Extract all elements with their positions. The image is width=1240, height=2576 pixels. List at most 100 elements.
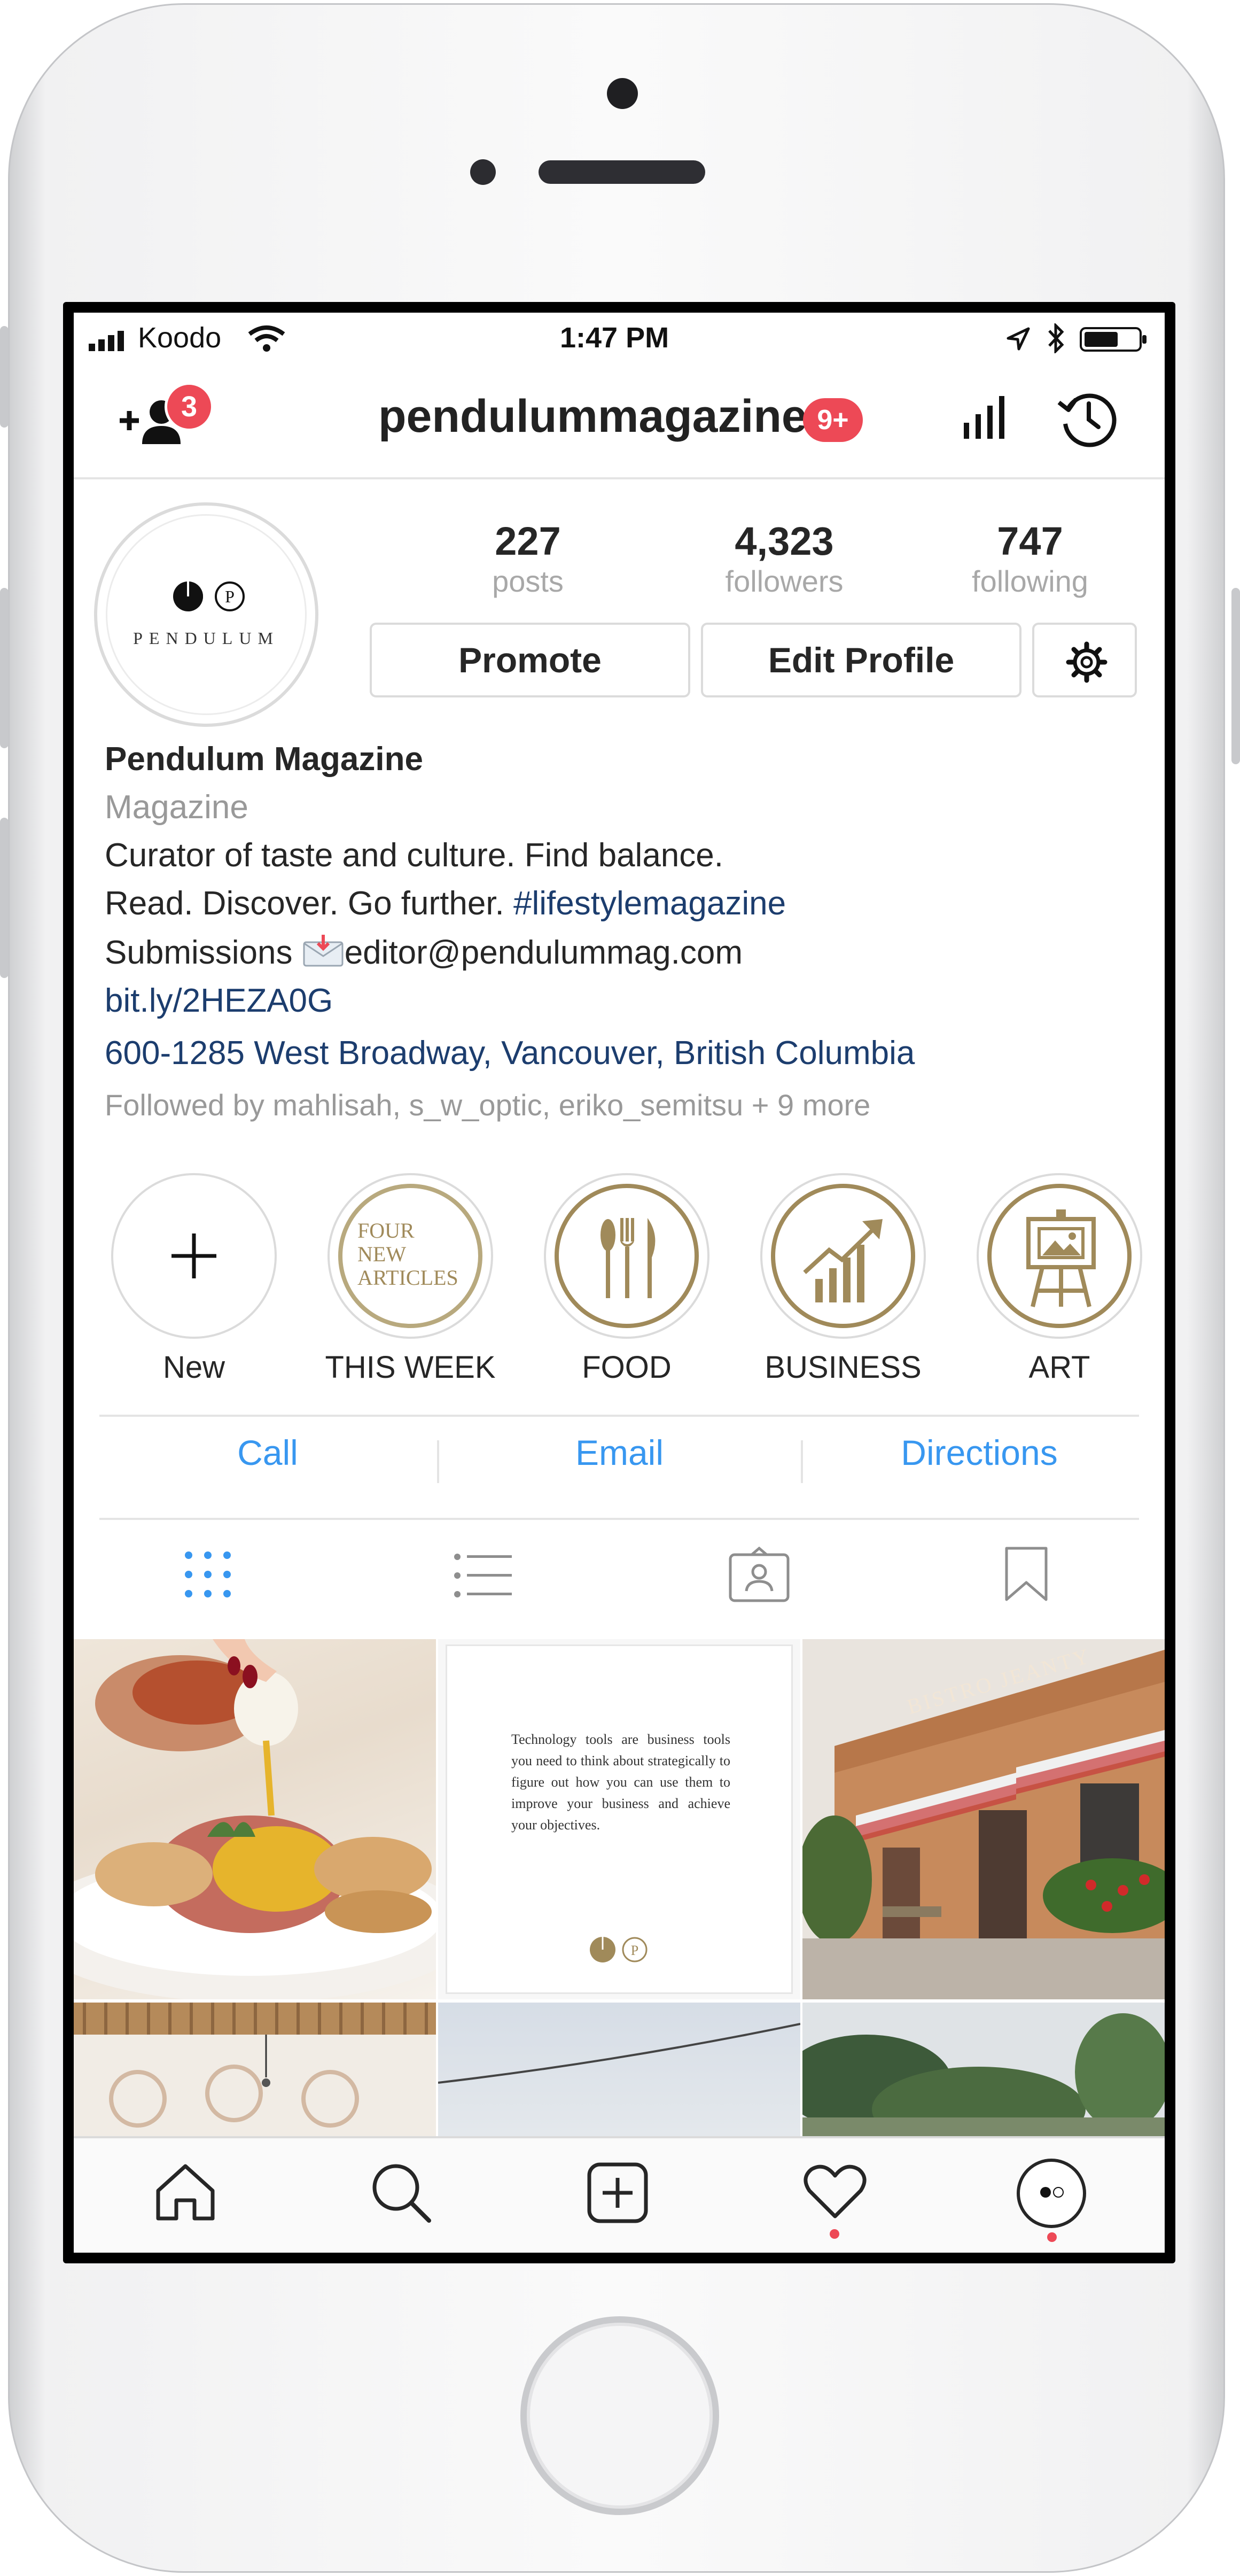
settings-button[interactable] [1032,623,1137,697]
grid-post-4[interactable] [74,2003,436,2136]
grid-post-6[interactable] [802,2003,1165,2136]
search-icon[interactable] [370,2162,432,2224]
bottom-tab-bar [74,2136,1165,2253]
status-time: 1:47 PM [560,322,669,354]
stat-following[interactable]: 747 following [918,518,1142,599]
volume-up-button [0,588,9,748]
home-icon[interactable] [154,2163,217,2223]
profile-name: Pendulum Magazine [105,741,423,778]
growth-chart-icon [803,1219,883,1302]
highlight-label: THIS WEEK [325,1350,496,1385]
edit-profile-button[interactable]: Edit Profile [701,623,1021,697]
follow-requests-badge: 3 [165,382,214,431]
saved-bookmark-icon[interactable] [1003,1546,1049,1603]
highlight-label: FOOD [582,1350,672,1385]
power-button [1231,588,1240,764]
cover-frame [555,1184,699,1328]
followed-by-text[interactable]: Followed by mahlisah, s_w_optic, eriko_s… [105,1088,870,1122]
contact-bottom-divider [99,1518,1139,1520]
highlight-new[interactable]: New [111,1173,277,1398]
sky-photo [438,2023,800,2084]
bio-line-2: Read. Discover. Go further. #lifestylema… [105,884,786,922]
grid-post-1[interactable] [74,1639,436,1999]
location-arrow-icon [1007,327,1030,351]
interior-photo [74,2003,436,2128]
submissions-text: Submissions [105,934,302,971]
profile-category: Magazine [105,789,248,826]
website-link[interactable]: bit.ly/2HEZA0G [105,982,333,1020]
svg-text:P: P [225,587,235,606]
list-view-icon[interactable] [453,1553,512,1599]
contact-top-divider [99,1415,1139,1417]
tagged-icon[interactable] [728,1546,790,1603]
cover-text: FOUR NEW ARTICLES [357,1219,458,1290]
highlight-food[interactable]: FOOD [544,1173,709,1398]
signal-icon [89,331,124,351]
profile-tab-avatar[interactable] [1017,2159,1086,2228]
grid-post-2[interactable]: Technology tools are business tools you … [438,1639,800,1999]
business-cover [760,1173,926,1339]
pendulum-mini-logo-icon: P [590,1937,648,1962]
email-button[interactable]: Email [439,1432,800,1473]
svg-text:P: P [631,1943,638,1958]
activity-heart-icon[interactable] [803,2164,867,2220]
quote-card: Technology tools are business tools you … [446,1644,793,1994]
followers-label: followers [725,564,844,598]
notification-badge: 9+ [803,398,863,442]
trees-photo [802,2013,1165,2136]
cover-frame [771,1184,915,1328]
grid-post-3[interactable]: BISTRO JEANTY [802,1639,1165,1999]
front-camera [607,78,638,109]
highlight-art[interactable]: ART [977,1173,1142,1398]
bio-line-1: Curator of taste and culture. Find balan… [105,837,723,874]
stat-posts[interactable]: 227 posts [442,518,613,599]
directions-button[interactable]: Directions [803,1432,1156,1473]
highlights-tray: New FOUR NEW ARTICLES THIS WEEK FOOD BUS… [74,1173,1165,1403]
food-cover [544,1173,709,1339]
grid-view-icon[interactable] [183,1550,232,1599]
promote-button[interactable]: Promote [370,623,690,697]
archive-history-icon[interactable] [1057,386,1119,448]
highlight-business[interactable]: BUSINESS [760,1173,926,1398]
food-photo [74,1639,436,1999]
activity-notification-dot [830,2229,839,2239]
this-week-cover: FOUR NEW ARTICLES [327,1173,493,1339]
bluetooth-icon [1048,323,1064,353]
ringer-switch [0,326,9,428]
highlight-label: ART [1028,1350,1090,1385]
wifi-icon [248,325,285,352]
art-cover [977,1173,1142,1339]
easel-icon [1026,1209,1096,1307]
carrier-name: Koodo [138,322,222,354]
discover-people-button[interactable]: 3 [116,382,223,452]
highlight-this-week[interactable]: FOUR NEW ARTICLES THIS WEEK [325,1173,496,1398]
bio-hashtag-link[interactable]: #lifestylemagazine [513,885,786,922]
call-button[interactable]: Call [99,1432,436,1473]
new-post-icon[interactable] [587,2162,649,2224]
home-button[interactable] [520,2316,719,2515]
profile-view-tabs [74,1520,1165,1627]
posts-count: 227 [495,519,561,563]
posts-label: posts [492,564,564,598]
status-bar: Koodo 1:47 PM [74,313,1165,361]
stat-followers[interactable]: 4,323 followers [672,518,896,599]
bio-text: Read. Discover. Go further. [105,885,514,922]
proximity-sensor [470,159,496,185]
profile-header: 3 pendulummagazine 9+ [74,361,1165,473]
new-highlight-circle [111,1173,277,1339]
address-link[interactable]: 600-1285 West Broadway, Vancouver, Briti… [105,1034,915,1072]
bio-line-3: Submissions editor@pendulummag.com [105,933,743,972]
profile-avatar[interactable]: P PENDULUM [94,502,318,727]
following-count: 747 [997,519,1063,563]
earpiece-speaker [539,160,705,184]
battery-icon [1080,327,1147,352]
instagram-profile-screen: Koodo 1:47 PM 3 pendulummagazine 9+ P PE… [74,313,1165,2253]
bio-email[interactable]: editor@pendulummag.com [345,934,743,971]
header-divider [74,477,1165,479]
grid-post-5[interactable] [438,2003,800,2136]
insights-icon[interactable] [961,393,1009,441]
profile-username[interactable]: pendulummagazine [378,390,807,443]
plus-icon [171,1233,216,1278]
pendulum-avatar-icon [1040,2187,1064,2198]
envelope-icon [303,935,344,967]
